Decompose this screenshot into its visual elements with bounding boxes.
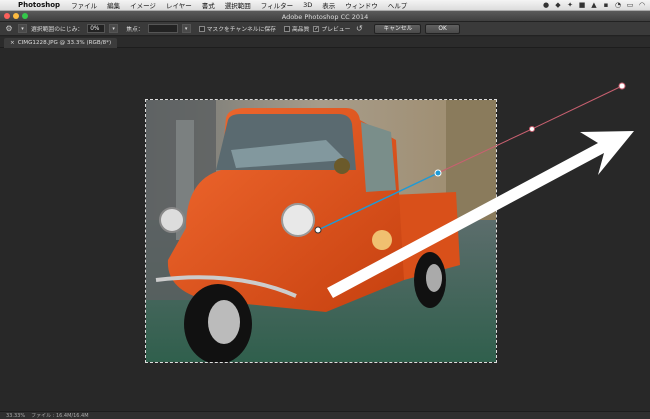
menu-window[interactable]: ウィンドウ xyxy=(340,0,383,10)
document-tab[interactable]: × CIMG1228.JPG @ 33.3% (RGB/8*) xyxy=(4,38,118,48)
blur-gallery-tool-icon[interactable]: ⚙ xyxy=(4,24,14,34)
timemachine-icon[interactable]: ◔ xyxy=(614,1,622,9)
dropbox-icon[interactable]: ◆ xyxy=(554,1,562,9)
document-tab-bar: × CIMG1228.JPG @ 33.3% (RGB/8*) xyxy=(0,37,650,48)
preview-box[interactable]: ✓ xyxy=(313,25,320,32)
status-bar: 33.33% ファイル : 16.4M/16.4M xyxy=(0,411,650,419)
window-title-bar: Adobe Photoshop CC 2014 xyxy=(0,11,650,22)
save-mask-box[interactable] xyxy=(198,25,205,32)
direction-arrow-icon xyxy=(327,131,634,298)
wifi-icon[interactable]: ◠ xyxy=(638,1,646,9)
blur-path-overlay xyxy=(314,82,634,298)
menu-type[interactable]: 書式 xyxy=(197,0,220,10)
edge-blur-input[interactable]: 0% xyxy=(87,24,106,33)
menu-file[interactable]: ファイル xyxy=(66,0,102,10)
blur-path-segment[interactable] xyxy=(317,172,439,231)
focus-dropdown[interactable]: ▾ xyxy=(181,24,191,33)
canvas-area[interactable] xyxy=(0,48,650,411)
menu-view[interactable]: 表示 xyxy=(317,0,340,10)
focus-label: 焦点： xyxy=(126,27,144,33)
menu-tray: ● ◆ ✦ ■ ▲ ▪ ◔ ▭ ◠ xyxy=(542,1,650,9)
blur-path-curve-b[interactable] xyxy=(531,85,623,130)
notification-icon[interactable]: ■ xyxy=(578,1,586,9)
menu-image[interactable]: イメージ xyxy=(125,0,161,10)
blur-path-start-handle[interactable] xyxy=(314,226,322,234)
menu-help[interactable]: ヘルプ xyxy=(383,0,413,10)
battery-icon[interactable]: ▭ xyxy=(626,1,634,9)
preview-checkbox[interactable]: ✓ プレビュー xyxy=(313,24,350,33)
menu-3d[interactable]: 3D xyxy=(298,1,317,9)
ok-button[interactable]: OK xyxy=(425,23,460,34)
twitter-icon[interactable]: ✦ xyxy=(566,1,574,9)
skype-icon[interactable]: ● xyxy=(542,1,550,9)
save-mask-checkbox[interactable]: マスクをチャンネルに保存 xyxy=(198,24,276,33)
zoom-level[interactable]: 33.33% xyxy=(6,413,25,419)
high-quality-label: 高品質 xyxy=(291,27,310,33)
blur-path-control-handle[interactable] xyxy=(529,126,535,132)
edge-blur-dropdown[interactable]: ▾ xyxy=(109,24,119,33)
tab-close-icon[interactable]: × xyxy=(10,38,15,48)
menu-layer[interactable]: レイヤー xyxy=(161,0,197,10)
menu-bar: Photoshop ファイル 編集 イメージ レイヤー 書式 選択範囲 フィルタ… xyxy=(0,0,650,11)
focus-input[interactable] xyxy=(147,24,178,33)
edge-blur-label: 選択範囲のにじみ： xyxy=(31,27,84,33)
flag-icon[interactable]: ▪ xyxy=(602,1,610,9)
high-quality-checkbox[interactable]: 高品質 xyxy=(283,24,310,33)
document-info: ファイル : 16.4M/16.4M xyxy=(31,413,89,419)
menu-filter[interactable]: フィルター xyxy=(256,0,298,10)
document-tab-label: CIMG1228.JPG @ 33.3% (RGB/8*) xyxy=(17,40,112,46)
reset-icon[interactable]: ↺ xyxy=(354,24,364,34)
menu-select[interactable]: 選択範囲 xyxy=(220,0,256,10)
options-bar: ⚙ ▾ 選択範囲のにじみ： 0% ▾ 焦点： ▾ マスクをチャンネルに保存 高品… xyxy=(0,22,650,36)
drive-icon[interactable]: ▲ xyxy=(590,1,598,9)
menu-edit[interactable]: 編集 xyxy=(102,0,125,10)
tool-preset-dropdown[interactable]: ▾ xyxy=(18,24,27,33)
menu-app-name[interactable]: Photoshop xyxy=(16,1,66,9)
blur-path-curve-a[interactable] xyxy=(437,128,533,174)
high-quality-box[interactable] xyxy=(283,25,290,32)
window-title: Adobe Photoshop CC 2014 xyxy=(281,13,369,21)
blur-path-end-handle[interactable] xyxy=(618,82,626,90)
cancel-button[interactable]: キャンセル xyxy=(374,23,422,34)
blur-path-mid-handle[interactable] xyxy=(434,169,442,177)
preview-label: プレビュー xyxy=(321,27,351,33)
save-mask-label: マスクをチャンネルに保存 xyxy=(206,27,276,33)
